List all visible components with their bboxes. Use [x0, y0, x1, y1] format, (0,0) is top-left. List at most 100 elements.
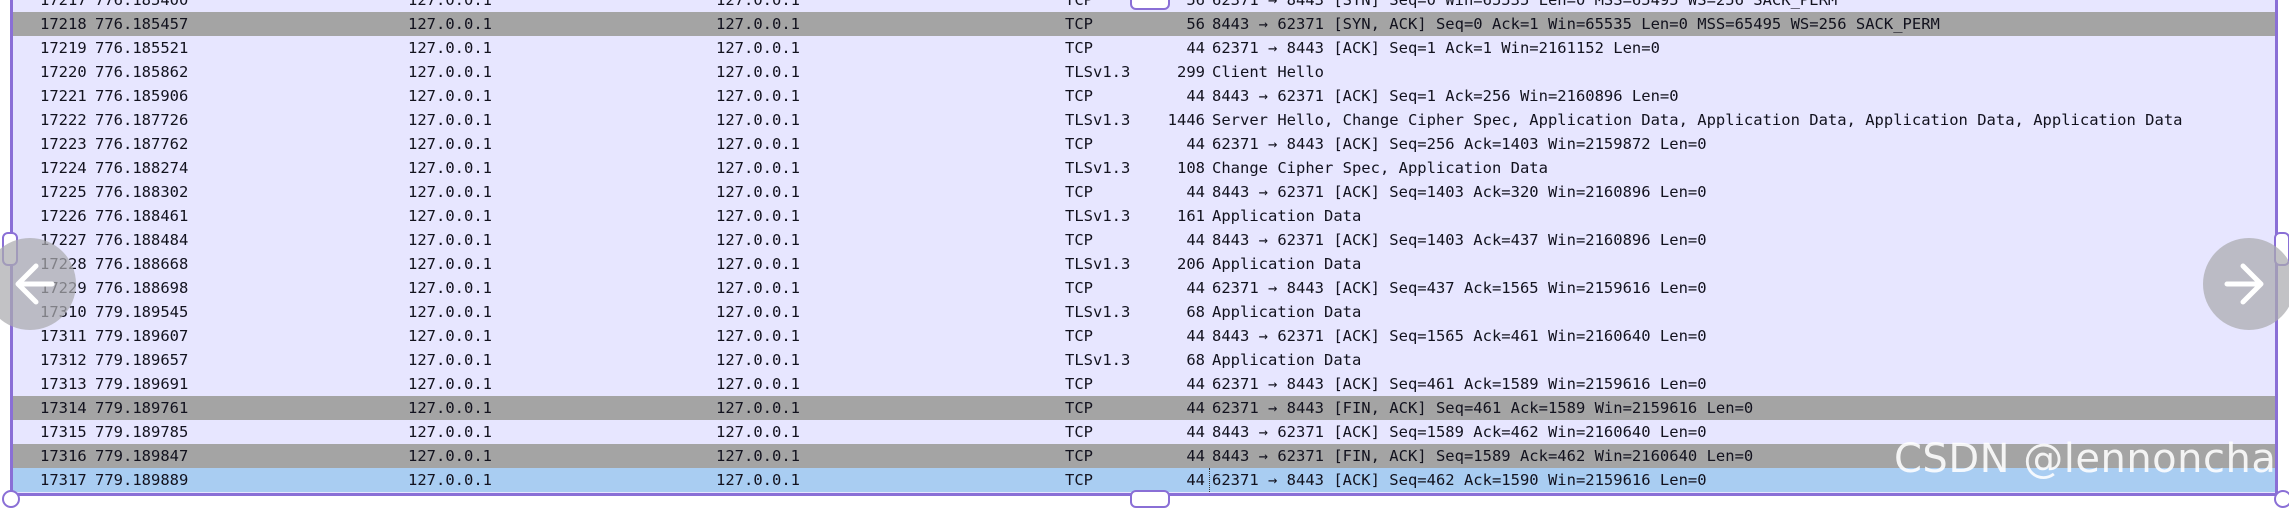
packet-info: Application Data	[1212, 303, 1362, 321]
table-row[interactable]: 17218 776.185457 127.0.0.1 127.0.0.1 TCP 56 84…	[13, 12, 2275, 36]
packet-time: 779.189847	[95, 447, 189, 465]
packet-source: 127.0.0.1	[408, 111, 492, 129]
packet-length: 108	[1177, 159, 1205, 177]
packet-destination: 127.0.0.1	[716, 375, 800, 393]
packet-info: 8443 → 62371 [SYN, ACK] Seq=0 Ack=1 Win=…	[1212, 15, 1940, 33]
packet-source: 127.0.0.1	[408, 399, 492, 417]
packet-length: 68	[1186, 351, 1205, 369]
table-row[interactable]: 17313 779.189691 127.0.0.1 127.0.0.1 TCP 44 62…	[13, 372, 2275, 396]
packet-source: 127.0.0.1	[408, 327, 492, 345]
packet-protocol: TLSv1.3	[1065, 63, 1131, 81]
packet-info: Change Cipher Spec, Application Data	[1212, 159, 1548, 177]
packet-destination: 127.0.0.1	[716, 87, 800, 105]
table-row[interactable]: 17311 779.189607 127.0.0.1 127.0.0.1 TCP 44 84…	[13, 324, 2275, 348]
packet-destination: 127.0.0.1	[716, 471, 800, 489]
packet-destination: 127.0.0.1	[716, 15, 800, 33]
packet-time: 776.188484	[95, 231, 189, 249]
packet-length: 44	[1186, 39, 1205, 57]
packet-length: 44	[1186, 87, 1205, 105]
table-row[interactable]: 17223 776.187762 127.0.0.1 127.0.0.1 TCP 44 62…	[13, 132, 2275, 156]
packet-number: 17317	[40, 471, 87, 489]
packet-number: 17224	[40, 159, 87, 177]
packet-info: Server Hello, Change Cipher Spec, Applic…	[1212, 111, 2183, 129]
packet-length: 44	[1186, 399, 1205, 417]
table-row[interactable]: 17224 776.188274 127.0.0.1 127.0.0.1 TLSv1.3…	[13, 156, 2275, 180]
packet-source: 127.0.0.1	[408, 39, 492, 57]
resize-handle-bottom-right[interactable]	[2274, 490, 2289, 508]
packet-destination: 127.0.0.1	[716, 0, 800, 9]
packet-info: 8443 → 62371 [FIN, ACK] Seq=1589 Ack=462…	[1212, 447, 1754, 465]
packet-protocol: TLSv1.3	[1065, 207, 1131, 225]
table-row[interactable]: 17310779.189545127.0.0.1127.0.0.1TLSv1.3…	[13, 300, 2275, 324]
packet-length: 44	[1186, 423, 1205, 441]
next-image-button[interactable]	[2203, 238, 2289, 330]
packet-protocol: TLSv1.3	[1065, 111, 1131, 129]
packet-number: 17221	[40, 87, 87, 105]
packet-time: 776.188274	[95, 159, 189, 177]
packet-time: 776.185400	[95, 0, 189, 9]
table-row[interactable]: 17219 776.185521 127.0.0.1 127.0.0.1 TCP 44 62…	[13, 36, 2275, 60]
packet-number: 17222	[40, 111, 87, 129]
packet-number: 17316	[40, 447, 87, 465]
table-row[interactable]: 17221 776.185906 127.0.0.1 127.0.0.1 TCP 44 84…	[13, 84, 2275, 108]
packet-time: 776.188698	[95, 279, 189, 297]
packet-number: 17220	[40, 63, 87, 81]
table-row[interactable]: 17229776.188698127.0.0.1127.0.0.1TCP4462…	[13, 276, 2275, 300]
arrow-left-icon	[15, 263, 55, 305]
packet-protocol: TLSv1.3	[1065, 255, 1131, 273]
packet-length: 44	[1186, 183, 1205, 201]
packet-length: 44	[1186, 375, 1205, 393]
packet-destination: 127.0.0.1	[716, 303, 800, 321]
packet-destination: 127.0.0.1	[716, 351, 800, 369]
packet-source: 127.0.0.1	[408, 183, 492, 201]
resize-handle-bottom-left[interactable]	[2, 490, 20, 508]
packet-protocol: TCP	[1065, 399, 1093, 417]
table-row[interactable]: 17220 776.185862 127.0.0.1 127.0.0.1 TLSv1.3…	[13, 60, 2275, 84]
packet-number: 17225	[40, 183, 87, 201]
packet-info: 62371 → 8443 [ACK] Seq=437 Ack=1565 Win=…	[1212, 279, 1707, 297]
packet-protocol: TCP	[1065, 0, 1093, 9]
packet-number: 17311	[40, 327, 87, 345]
packet-destination: 127.0.0.1	[716, 183, 800, 201]
packet-number: 17223	[40, 135, 87, 153]
packet-source: 127.0.0.1	[408, 375, 492, 393]
packet-number: 17219	[40, 39, 87, 57]
resize-handle-top[interactable]	[1130, 0, 1170, 10]
packet-time: 779.189761	[95, 399, 189, 417]
packet-protocol: TCP	[1065, 423, 1093, 441]
packet-time: 779.189785	[95, 423, 189, 441]
table-row[interactable]: 17225 776.188302 127.0.0.1 127.0.0.1 TCP 44 84…	[13, 180, 2275, 204]
packet-info: Application Data	[1212, 351, 1362, 369]
packet-length: 299	[1177, 63, 1205, 81]
packet-info: 62371 → 8443 [FIN, ACK] Seq=461 Ack=1589…	[1212, 399, 1754, 417]
packet-destination: 127.0.0.1	[716, 39, 800, 57]
packet-protocol: TCP	[1065, 39, 1093, 57]
packet-source: 127.0.0.1	[408, 207, 492, 225]
packet-time: 776.188461	[95, 207, 189, 225]
packet-protocol: TLSv1.3	[1065, 159, 1131, 177]
packet-destination: 127.0.0.1	[716, 447, 800, 465]
packet-info: 62371 → 8443 [ACK] Seq=256 Ack=1403 Win=…	[1212, 135, 1707, 153]
packet-length: 161	[1177, 207, 1205, 225]
packet-source: 127.0.0.1	[408, 351, 492, 369]
resize-handle-bottom[interactable]	[1130, 490, 1170, 508]
packet-info: 8443 → 62371 [ACK] Seq=1589 Ack=462 Win=…	[1212, 423, 1707, 441]
packet-destination: 127.0.0.1	[716, 255, 800, 273]
table-row[interactable]: 17222 776.187726 127.0.0.1 127.0.0.1 TLSv1.3…	[13, 108, 2275, 132]
table-row[interactable]: 17228776.188668127.0.0.1127.0.0.1TLSv1.3…	[13, 252, 2275, 276]
packet-destination: 127.0.0.1	[716, 327, 800, 345]
table-row[interactable]: 17227 776.188484 127.0.0.1 127.0.0.1 TCP 44 84…	[13, 228, 2275, 252]
watermark: CSDN @lennonchan	[1894, 436, 2289, 482]
packet-source: 127.0.0.1	[408, 447, 492, 465]
table-row[interactable]: 17226 776.188461 127.0.0.1 127.0.0.1 TLSv1.3…	[13, 204, 2275, 228]
packet-number: 17315	[40, 423, 87, 441]
packet-number: 17218	[40, 15, 87, 33]
packet-info: Client Hello	[1212, 63, 1324, 81]
packet-time: 779.189691	[95, 375, 189, 393]
packet-source: 127.0.0.1	[408, 471, 492, 489]
packet-time: 779.189657	[95, 351, 189, 369]
table-row[interactable]: 17314 779.189761 127.0.0.1 127.0.0.1 TCP 44 62…	[13, 396, 2275, 420]
packet-time: 776.188302	[95, 183, 189, 201]
packet-number: 17314	[40, 399, 87, 417]
table-row[interactable]: 17312 779.189657 127.0.0.1 127.0.0.1 TLSv1.3…	[13, 348, 2275, 372]
